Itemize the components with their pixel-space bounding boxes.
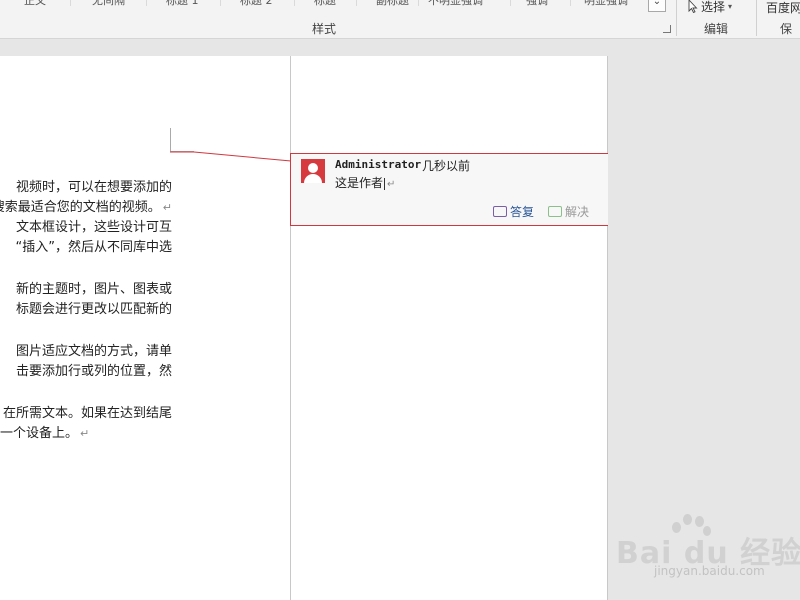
group-divider <box>756 0 757 36</box>
dialog-launcher-icon[interactable] <box>663 25 671 33</box>
style-item[interactable]: 副标题 <box>376 0 409 8</box>
ribbon: 正文 无间隔 标题 1 标题 2 标题 副标题 不明显强调 强调 明显强调 ⌄ … <box>0 0 800 39</box>
reply-label: 答复 <box>510 205 535 219</box>
doc-line: 在所需文本。如果在达到结尾 <box>2 406 172 421</box>
doc-line: 文本框设计，这些设计可互 <box>15 220 172 235</box>
style-item[interactable]: 标题 1 <box>166 0 199 8</box>
editing-group-label: 编辑 <box>704 22 729 36</box>
cursor-icon <box>688 0 698 13</box>
divider <box>70 0 71 6</box>
style-item[interactable]: 标题 2 <box>240 0 273 8</box>
comment-author: Administrator <box>335 158 422 171</box>
comment-time: 几秒以前 <box>422 159 471 173</box>
comment-actions: 答复 解决 <box>493 203 589 220</box>
style-item[interactable]: 正文 <box>24 0 46 8</box>
divider <box>418 0 419 6</box>
baidu-watermark: Bai du 经验 jingyan.baidu.com <box>610 512 800 600</box>
doc-line: 标题会进行更改以匹配新的 <box>15 302 172 317</box>
doc-line: 新的主题时，图片、图表或 <box>15 282 172 297</box>
comment-text[interactable]: 这是作者 ↵ <box>335 174 395 191</box>
reply-icon <box>493 206 507 217</box>
style-item[interactable]: 标题 <box>314 0 336 8</box>
doc-line: 搜索最适合您的文档的视频。 ↵ <box>0 200 172 215</box>
watermark-url: jingyan.baidu.com <box>654 564 765 578</box>
save-group-label: 保存 <box>780 22 793 36</box>
text-caret <box>384 177 386 190</box>
doc-line: 图片适应文档的方式，请单 <box>15 344 172 359</box>
style-item[interactable]: 不明显强调 <box>428 0 483 8</box>
margin-crop-mark <box>170 128 194 152</box>
comment-balloon[interactable]: Administrator 几秒以前 这是作者 ↵ 答复 解决 <box>290 153 608 226</box>
select-button[interactable]: 选择 ▾ <box>688 0 732 15</box>
divider <box>570 0 571 6</box>
style-item[interactable]: 无间隔 <box>92 0 125 8</box>
reply-button[interactable]: 答复 <box>493 203 534 220</box>
style-item[interactable]: 强调 <box>526 0 548 8</box>
divider <box>146 0 147 6</box>
document-page[interactable]: 视频时，可以在想要添加的 搜索最适合您的文档的视频。 ↵ 文本框设计，这些设计可互… <box>0 56 291 600</box>
doc-line: 视频时，可以在想要添加的 <box>15 180 172 195</box>
resolve-button[interactable]: 解决 <box>548 203 589 220</box>
divider <box>356 0 357 6</box>
select-label: 选择 <box>701 0 726 14</box>
doc-line: “插入”，然后从不同库中选 <box>15 240 172 255</box>
doc-line: 击要添加行或列的位置，然 <box>15 364 172 379</box>
group-divider <box>676 0 677 36</box>
markup-area <box>291 56 608 600</box>
avatar <box>301 159 325 183</box>
doc-line: 一个设备上。 ↵ <box>0 426 90 441</box>
divider <box>510 0 511 6</box>
divider <box>294 0 295 6</box>
dropdown-arrow-icon: ▾ <box>728 2 733 11</box>
divider <box>220 0 221 6</box>
styles-group-label: 样式 <box>312 22 337 36</box>
style-item[interactable]: 明显强调 <box>584 0 628 8</box>
gallery-more-button[interactable]: ⌄ <box>648 0 666 12</box>
baidu-netdisk-button[interactable]: 百度网 <box>766 0 800 16</box>
style-gallery[interactable]: 正文 无间隔 标题 1 标题 2 标题 副标题 不明显强调 强调 明显强调 <box>0 0 648 14</box>
resolve-icon <box>548 206 563 217</box>
resolve-label: 解决 <box>565 205 590 219</box>
